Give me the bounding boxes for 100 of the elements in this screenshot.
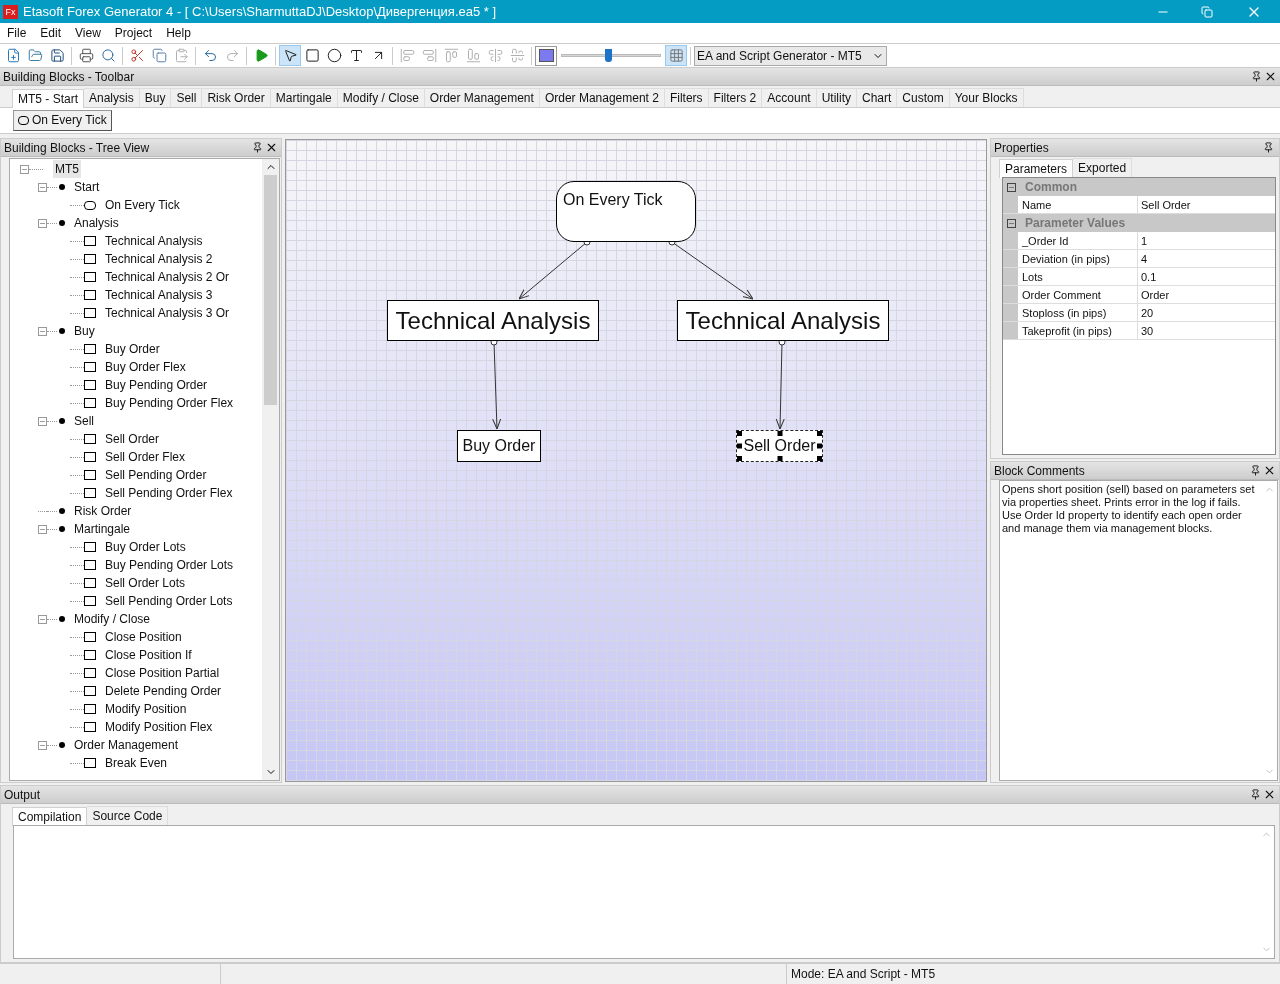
tab[interactable]: Source Code	[87, 806, 169, 825]
tree-item[interactable]: Modify Position Flex	[103, 718, 215, 736]
restore-icon[interactable]	[1201, 5, 1213, 18]
tab[interactable]: Custom	[897, 88, 950, 107]
tree-item[interactable]: Close Position Partial	[103, 664, 222, 682]
tab[interactable]: MT5 - Start	[12, 89, 84, 108]
resize-handle[interactable]	[817, 431, 822, 436]
tree-item[interactable]: Order Management	[72, 736, 181, 754]
connector-arrow[interactable]	[490, 338, 502, 430]
diagram-canvas[interactable]: On Every Tick Technical Analysis Technical Analysis Buy Order Sell Order	[285, 139, 987, 782]
collapse-toggle[interactable]	[38, 218, 47, 228]
property-value[interactable]: 30	[1138, 322, 1275, 339]
tree-item[interactable]: Buy Order Flex	[103, 358, 188, 376]
tree-item[interactable]: Buy Pending Order	[103, 376, 210, 394]
tab[interactable]: Risk Order	[202, 88, 271, 107]
pin-icon[interactable]	[1263, 142, 1274, 153]
property-value[interactable]: 4	[1138, 250, 1275, 267]
tree-item[interactable]: Risk Order	[72, 502, 134, 520]
diagram-block[interactable]: Technical Analysis	[387, 300, 599, 341]
property-value[interactable]: Order	[1138, 286, 1275, 303]
tree-item[interactable]: Buy Pending Order Lots	[103, 556, 236, 574]
tab[interactable]: Analysis	[84, 88, 140, 107]
collapse-toggle[interactable]	[38, 524, 47, 534]
tree-item[interactable]: Martingale	[72, 520, 133, 538]
tree-item[interactable]: Delete Pending Order	[103, 682, 224, 700]
tab[interactable]: Buy	[139, 88, 172, 107]
property-value[interactable]: Sell Order	[1138, 196, 1275, 213]
tab[interactable]: Filters	[664, 88, 709, 107]
tab[interactable]: Chart	[857, 88, 898, 107]
tab[interactable]: Utility	[816, 88, 857, 107]
collapse-toggle[interactable]	[1007, 182, 1016, 192]
tree-item[interactable]: Technical Analysis	[103, 232, 205, 250]
close-icon[interactable]	[265, 141, 278, 154]
tree-item[interactable]: Sell Pending Order Flex	[103, 484, 235, 502]
close-icon[interactable]	[1263, 464, 1276, 477]
tree-item[interactable]: Close Position If	[103, 646, 194, 664]
collapse-toggle[interactable]	[38, 614, 47, 624]
scrollbar[interactable]	[262, 159, 279, 780]
resize-handle[interactable]	[737, 431, 742, 436]
property-value[interactable]: 20	[1138, 304, 1275, 321]
collapse-toggle[interactable]	[1007, 218, 1016, 228]
collapse-toggle[interactable]	[38, 416, 47, 426]
tree-item[interactable]: Buy Order	[103, 340, 162, 358]
resize-handle[interactable]	[737, 443, 742, 449]
tab[interactable]: Your Blocks	[949, 88, 1024, 107]
tab[interactable]: Parameters	[999, 159, 1074, 178]
property-value[interactable]: 0.1	[1138, 268, 1275, 285]
tree-item[interactable]: Sell Order Flex	[103, 448, 188, 466]
collapse-toggle[interactable]	[38, 182, 47, 192]
tab[interactable]: Order Management 2	[539, 88, 665, 107]
tree-item[interactable]: Modify / Close	[72, 610, 153, 628]
menu-item[interactable]: Help	[159, 24, 198, 42]
mode-select[interactable]: EA and Script Generator - MT5	[694, 45, 887, 66]
tree-item[interactable]: Sell	[72, 412, 96, 430]
diagram-block[interactable]: Technical Analysis	[677, 300, 889, 341]
resize-handle[interactable]	[777, 456, 782, 461]
close-icon[interactable]	[1264, 70, 1277, 83]
tree-item[interactable]: On Every Tick	[103, 196, 182, 214]
scroll-thumb[interactable]	[264, 175, 277, 405]
tree-item[interactable]: Modify Position	[103, 700, 189, 718]
tree-item[interactable]: Close Position	[103, 628, 184, 646]
resize-handle[interactable]	[817, 443, 822, 449]
tree-item[interactable]: Sell Order	[103, 430, 162, 448]
pin-icon[interactable]	[1250, 789, 1261, 800]
tab[interactable]: Filters 2	[708, 88, 763, 107]
tab[interactable]: Modify / Close	[337, 88, 425, 107]
menu-item[interactable]: Project	[107, 24, 160, 42]
tree-item[interactable]: Start	[72, 178, 102, 196]
pin-icon[interactable]	[1251, 71, 1262, 82]
block-button[interactable]: On Every Tick	[13, 109, 112, 131]
tree-item[interactable]: Analysis	[72, 214, 121, 232]
pointer-button[interactable]	[279, 45, 301, 66]
tree-item[interactable]: Buy Order Lots	[103, 538, 188, 556]
property-value[interactable]: 1	[1138, 232, 1275, 249]
tab[interactable]: Order Management	[424, 88, 540, 107]
collapse-toggle[interactable]	[38, 326, 47, 336]
resize-handle[interactable]	[777, 431, 782, 436]
tab[interactable]: Exported	[1073, 158, 1133, 177]
tree-item[interactable]: Sell Pending Order Lots	[103, 592, 235, 610]
connector-arrow[interactable]	[775, 338, 786, 430]
tab[interactable]: Account	[762, 88, 817, 107]
tree-item[interactable]: Sell Order Lots	[103, 574, 188, 592]
tree-item[interactable]: Buy Pending Order Flex	[103, 394, 236, 412]
tab[interactable]: Sell	[171, 88, 203, 107]
tree-item[interactable]: Break Even	[103, 754, 170, 772]
grid-button[interactable]	[665, 45, 687, 66]
collapse-toggle[interactable]	[38, 740, 47, 750]
pin-icon[interactable]	[1250, 465, 1261, 476]
tree-item[interactable]: Technical Analysis 2 Or	[103, 268, 232, 286]
tree-item[interactable]: Technical Analysis 3 Or	[103, 304, 232, 322]
pin-icon[interactable]	[252, 142, 263, 153]
color-swatch-button[interactable]	[535, 45, 557, 66]
tree-item[interactable]: Technical Analysis 3	[103, 286, 215, 304]
diagram-event-node[interactable]: On Every Tick	[556, 181, 696, 242]
menu-item[interactable]: Edit	[33, 24, 69, 42]
close-icon[interactable]	[1263, 788, 1276, 801]
menu-item[interactable]: File	[0, 24, 34, 42]
tree-item[interactable]: MT5	[53, 160, 81, 178]
collapse-toggle[interactable]	[20, 164, 29, 174]
slider-thumb[interactable]	[605, 49, 612, 62]
